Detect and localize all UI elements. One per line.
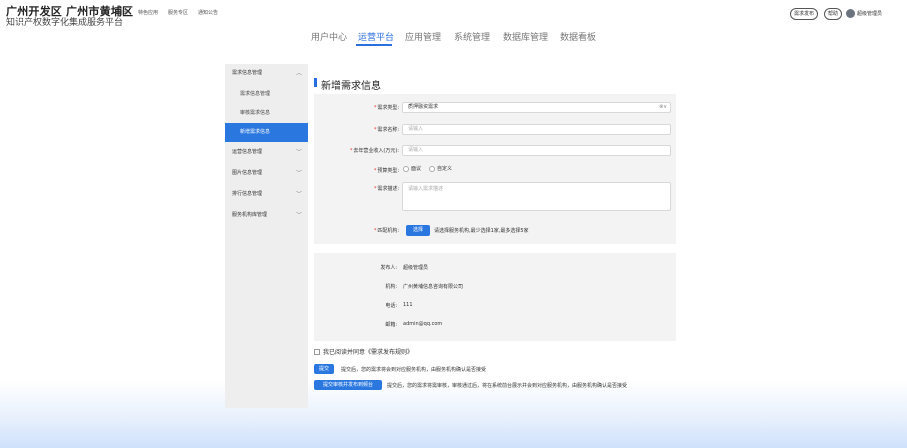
required-mark: * [373, 168, 377, 174]
submit-review-publish-button[interactable]: 提交审核并发布到频台 [314, 380, 382, 390]
tab-operations[interactable]: 运营平台 [358, 30, 394, 43]
agreement-checkbox-row[interactable]: 我已阅读并同意《需求发布规则》 [314, 347, 413, 356]
tab-database-management[interactable]: 数据库管理 [503, 30, 548, 43]
sidebar-group-label: 排行信息管理 [232, 191, 263, 197]
submit-button[interactable]: 提交 [314, 364, 334, 374]
top-nav: 首页 特色应用 服务专区 通知公告 [118, 9, 218, 16]
budget-label-text: 预算类型: [377, 168, 399, 174]
clear-and-chevron-icon: ⊗∨ [659, 104, 667, 110]
description-textarea[interactable]: 请输入需求描述 [402, 182, 671, 211]
user-menu[interactable]: 超级管理员 [846, 9, 882, 18]
publisher-label: 发布人: [380, 265, 397, 271]
select-institution-button[interactable]: 选择 [406, 225, 430, 236]
revenue-input[interactable]: 请输入 [402, 145, 671, 156]
top-nav-featured[interactable]: 特色应用 [138, 9, 158, 16]
publisher-value: 超级管理员 [403, 265, 429, 271]
sidebar-group-demand[interactable]: 需求信息管理 ︿ [225, 64, 308, 83]
tab-system-management[interactable]: 系统管理 [454, 30, 490, 43]
budget-option-negotiable[interactable]: 面议 [403, 165, 421, 172]
top-nav-services[interactable]: 服务专区 [168, 9, 188, 16]
sidebar-item-demand-manage[interactable]: 需求信息管理 [225, 85, 308, 104]
match-label: *匹配机构: [279, 227, 399, 234]
demand-type-value: 质押融资需求 [408, 104, 439, 110]
radio-label: 自定义 [437, 166, 453, 172]
radio-label: 面议 [411, 166, 422, 172]
required-mark: * [373, 105, 377, 111]
submit-hint: 提交后，您的需求将会到对应服务机构，由服务机构确认是否接受 [341, 367, 487, 373]
agreement-text: 我已阅读并同意《需求发布规则》 [323, 349, 414, 356]
match-label-text: 匹配机构: [377, 228, 399, 234]
revenue-label: *去年营业收入(万元): [279, 147, 399, 154]
active-tab-underline [356, 44, 392, 46]
demand-name-input[interactable]: 请输入 [402, 124, 671, 135]
required-mark: * [373, 127, 377, 133]
email-label: 邮箱: [385, 322, 397, 328]
sidebar-group-label: 图片信息管理 [232, 170, 263, 176]
required-mark: * [373, 186, 377, 192]
org-label: 机构: [385, 284, 397, 290]
publish-demand-button[interactable]: 需求发布 [790, 8, 819, 20]
phone-value: 111 [403, 302, 413, 308]
agreement-checkbox[interactable] [314, 348, 320, 355]
brand-subtitle: 知识产权数字化集成服务平台 [6, 18, 124, 28]
radio-circle [403, 165, 409, 172]
tab-user-center[interactable]: 用户中心 [311, 30, 347, 43]
match-hint: 请选择服务机构,最少选择1家,最多选择5家 [434, 228, 529, 234]
avatar [846, 9, 855, 18]
title-accent-bar [314, 78, 317, 87]
sidebar-group-label: 需求信息管理 [232, 70, 263, 76]
budget-option-custom[interactable]: 自定义 [429, 165, 452, 172]
description-label-text: 需求描述: [377, 186, 399, 192]
sidebar-group-label: 运营信息管理 [232, 149, 263, 155]
help-button[interactable]: 帮助 [824, 8, 843, 20]
tab-app-management[interactable]: 应用管理 [405, 30, 441, 43]
description-label: *需求描述: [279, 185, 399, 192]
page-title: 新增需求信息 [321, 81, 381, 92]
type-label-text: 需求类型: [377, 105, 399, 111]
required-mark: * [373, 228, 377, 234]
sidebar-group-label: 服务机构库管理 [232, 212, 268, 218]
org-value: 广州黄埔信息咨询有限公司 [403, 284, 464, 290]
tab-data-dashboard[interactable]: 数据看板 [560, 30, 596, 43]
radio-circle [429, 165, 436, 172]
type-label: *需求类型: [279, 104, 399, 111]
email-value: admin@qq.com [403, 321, 443, 327]
revenue-label-text: 去年营业收入(万元): [353, 148, 399, 154]
top-nav-notices[interactable]: 通知公告 [198, 9, 218, 16]
budget-label: *预算类型: [279, 167, 399, 174]
sidebar-group-institutions[interactable]: 服务机构库管理 ﹀ [225, 206, 308, 225]
demand-type-select[interactable]: 质押融资需求 ⊗∨ [402, 102, 671, 113]
phone-label: 电话: [385, 303, 397, 309]
name-label: *需求名称: [279, 126, 399, 133]
chevron-up-icon: ︿ [295, 70, 302, 77]
name-label-text: 需求名称: [377, 127, 399, 133]
publish-hint: 提交后，您的需求将需审核，审核通过后，将在系统前台展示并会到对应服务机构，由服务… [387, 383, 628, 389]
chevron-down-icon: ﹀ [295, 212, 302, 219]
user-name: 超级管理员 [857, 11, 883, 17]
sidebar: 需求信息管理 ︿ 需求信息管理 审核需求信息 新增需求信息 运营信息管理 ﹀ 图… [225, 64, 308, 408]
budget-radio-group: 面议 自定义 [403, 165, 460, 172]
top-nav-home[interactable]: 首页 [118, 9, 128, 16]
